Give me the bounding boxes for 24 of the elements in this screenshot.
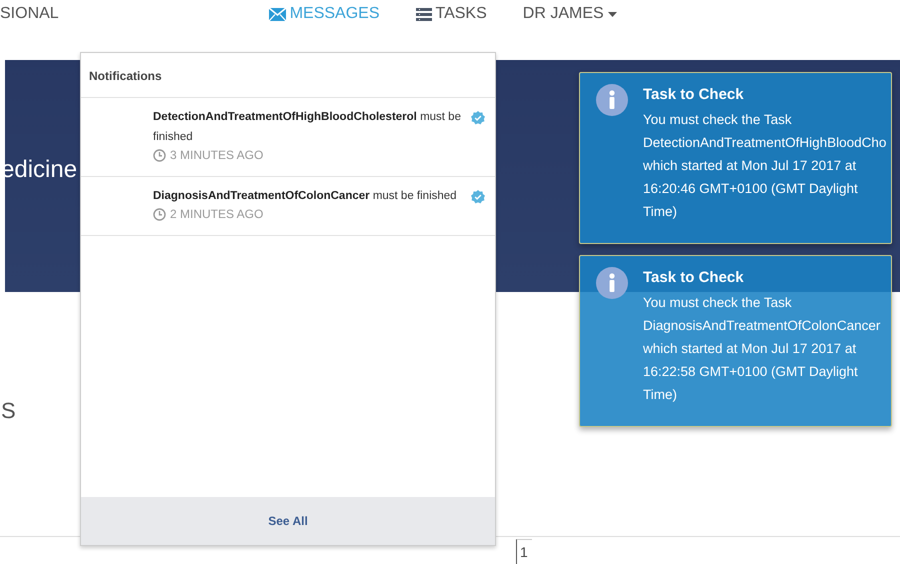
nav-link[interactable]: TASKS <box>416 5 487 23</box>
toast-message: You must check the Task DiagnosisAndTreatmentOfColonCancer which started at Mon Jul 17 2017 at 16:22:58 GMT+0100 (GMT Daylight Time) <box>643 294 882 404</box>
notification-text: DiagnosisAndTreatmentOfColonCancer must be finished <box>153 189 458 204</box>
nav-link[interactable]: DR JAMES <box>522 5 617 23</box>
dropdown-title: Notifications <box>81 53 495 98</box>
info-icon <box>596 84 628 116</box>
page-number[interactable]: 1 <box>516 539 532 564</box>
section-heading: S <box>1 398 16 424</box>
toast-message: You must check the Task DetectionAndTreatmentOfHighBloodCho which started at Mon Jul 17 2017 at 16:20:46 GMT+0100 (GMT Daylight Time) <box>643 111 888 221</box>
toast-title: Task to Check <box>643 86 745 103</box>
see-all-link[interactable]: See All <box>81 497 495 545</box>
caret-icon <box>608 12 617 16</box>
clock-icon <box>153 148 166 162</box>
brand-text: SIONAL <box>0 5 59 23</box>
notification-time: 3 MINUTES AGO <box>153 148 471 162</box>
clock-icon <box>153 208 166 220</box>
toast-title: Task to Check <box>643 269 745 286</box>
notification-time: 2 MINUTES AGO <box>153 207 471 221</box>
notification-item[interactable]: DiagnosisAndTreatmentOfColonCancer must be finished 2 MINUTES AGO <box>81 177 495 236</box>
notification-text: DetectionAndTreatmentOfHighBloodCholesterol must be finished <box>153 110 462 145</box>
envelope-icon <box>268 8 286 20</box>
notification-item[interactable]: DetectionAndTreatmentOfHighBloodCholesterol must be finished 3 MINUTES AGO <box>81 98 495 177</box>
list-icon <box>416 8 432 20</box>
info-icon <box>596 267 628 299</box>
